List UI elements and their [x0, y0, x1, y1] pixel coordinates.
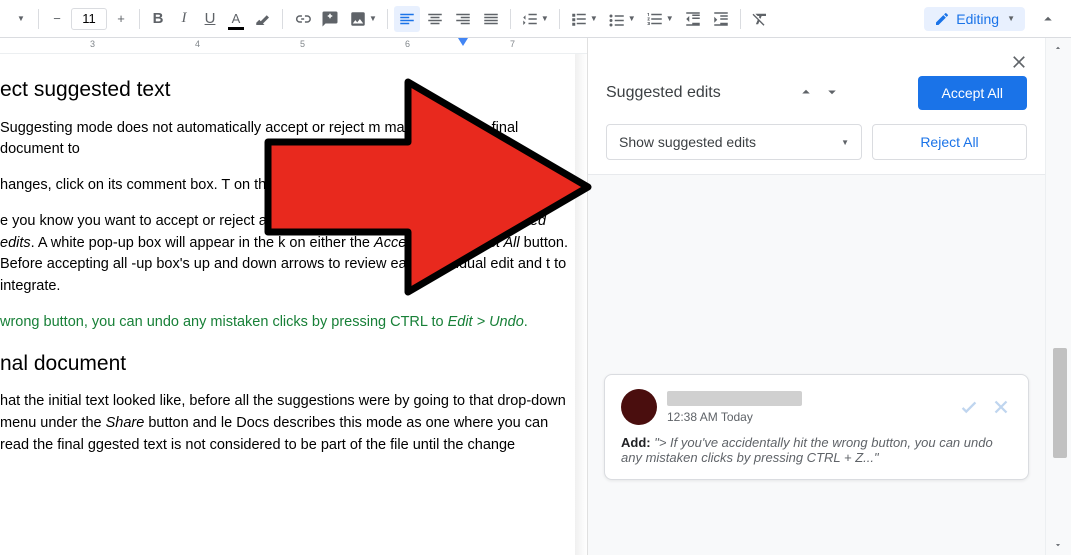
ruler-number: 4: [195, 39, 200, 49]
suggested-edits-card: Suggested edits Accept All Show suggeste…: [588, 38, 1045, 175]
align-justify-button[interactable]: [478, 6, 504, 32]
line-spacing-button[interactable]: ▼: [517, 6, 553, 32]
suggestion-comment-card[interactable]: 12:38 AM Today Add: "> If you've acciden…: [604, 374, 1029, 480]
heading: ect suggested text: [0, 74, 575, 106]
chevron-down-icon: ▼: [841, 138, 849, 147]
dropdown-label: Show suggested edits: [619, 134, 756, 150]
chevron-down-icon: ▼: [1007, 14, 1015, 23]
scroll-up-button[interactable]: [1050, 40, 1066, 56]
clear-formatting-button[interactable]: [747, 6, 773, 32]
document-area[interactable]: ect suggested text Suggesting mode does …: [0, 54, 575, 555]
indent-marker[interactable]: [458, 38, 468, 46]
bulleted-list-button[interactable]: ▼: [604, 6, 640, 32]
suggested-edits-panel: Suggested edits Accept All Show suggeste…: [587, 38, 1045, 555]
font-size-decrease[interactable]: −: [45, 6, 69, 32]
scrollbar-thumb[interactable]: [1053, 348, 1067, 458]
align-center-button[interactable]: [422, 6, 448, 32]
paragraph: Suggesting mode does not automatically a…: [0, 118, 575, 162]
page-edge-shadow: [575, 54, 587, 555]
vertical-scrollbar[interactable]: [1045, 38, 1071, 555]
comment-body: Add: "> If you've accidentally hit the w…: [621, 435, 1012, 465]
font-size-increase[interactable]: +: [109, 6, 133, 32]
italic-button[interactable]: I: [172, 6, 196, 32]
nav-arrows: [795, 81, 843, 106]
increase-indent-button[interactable]: [708, 6, 734, 32]
ruler-number: 5: [300, 39, 305, 49]
next-edit-button[interactable]: [821, 81, 843, 106]
toolbar: ▼ − 11 + B I U A ▼ ▼ ▼ ▼ ▼ Editing ▼: [0, 0, 1071, 38]
more-menu[interactable]: ▼: [8, 6, 32, 32]
collapse-toolbar-button[interactable]: [1033, 6, 1063, 32]
paragraph: e you know you want to accept or reject …: [0, 211, 575, 298]
add-comment-button[interactable]: [317, 6, 343, 32]
comment-timestamp: 12:38 AM Today: [667, 410, 802, 424]
close-button[interactable]: [1009, 52, 1029, 77]
accept-all-button[interactable]: Accept All: [918, 76, 1027, 110]
avatar: [621, 389, 657, 425]
align-left-button[interactable]: [394, 6, 420, 32]
highlight-button[interactable]: [250, 6, 276, 32]
bold-button[interactable]: B: [146, 6, 170, 32]
text-color-button[interactable]: A: [224, 6, 248, 32]
align-right-button[interactable]: [450, 6, 476, 32]
underline-button[interactable]: U: [198, 6, 222, 32]
reject-suggestion-button[interactable]: [990, 396, 1012, 418]
suggested-edits-title: Suggested edits: [606, 84, 721, 102]
pencil-icon: [934, 11, 950, 27]
ruler-number: 7: [510, 39, 515, 49]
insert-link-button[interactable]: [289, 6, 315, 32]
insert-image-button[interactable]: ▼: [345, 6, 381, 32]
prev-edit-button[interactable]: [795, 81, 817, 106]
checklist-button[interactable]: ▼: [566, 6, 602, 32]
scroll-down-button[interactable]: [1050, 537, 1066, 553]
paragraph: hat the initial text looked like, before…: [0, 391, 575, 456]
heading: nal document: [0, 348, 575, 380]
editing-mode-dropdown[interactable]: Editing ▼: [924, 7, 1025, 31]
suggested-text: wrong button, you can undo any mistaken …: [0, 312, 575, 334]
paragraph: hanges, click on its comment box. T on t…: [0, 175, 575, 197]
show-suggested-edits-dropdown[interactable]: Show suggested edits ▼: [606, 124, 862, 160]
numbered-list-button[interactable]: ▼: [642, 6, 678, 32]
decrease-indent-button[interactable]: [680, 6, 706, 32]
ruler-number: 6: [405, 39, 410, 49]
reject-all-button[interactable]: Reject All: [872, 124, 1027, 160]
ruler-number: 3: [90, 39, 95, 49]
accept-suggestion-button[interactable]: [958, 396, 980, 418]
font-size-input[interactable]: 11: [71, 8, 107, 30]
user-name-redacted: [667, 391, 802, 406]
editing-mode-label: Editing: [956, 11, 999, 27]
